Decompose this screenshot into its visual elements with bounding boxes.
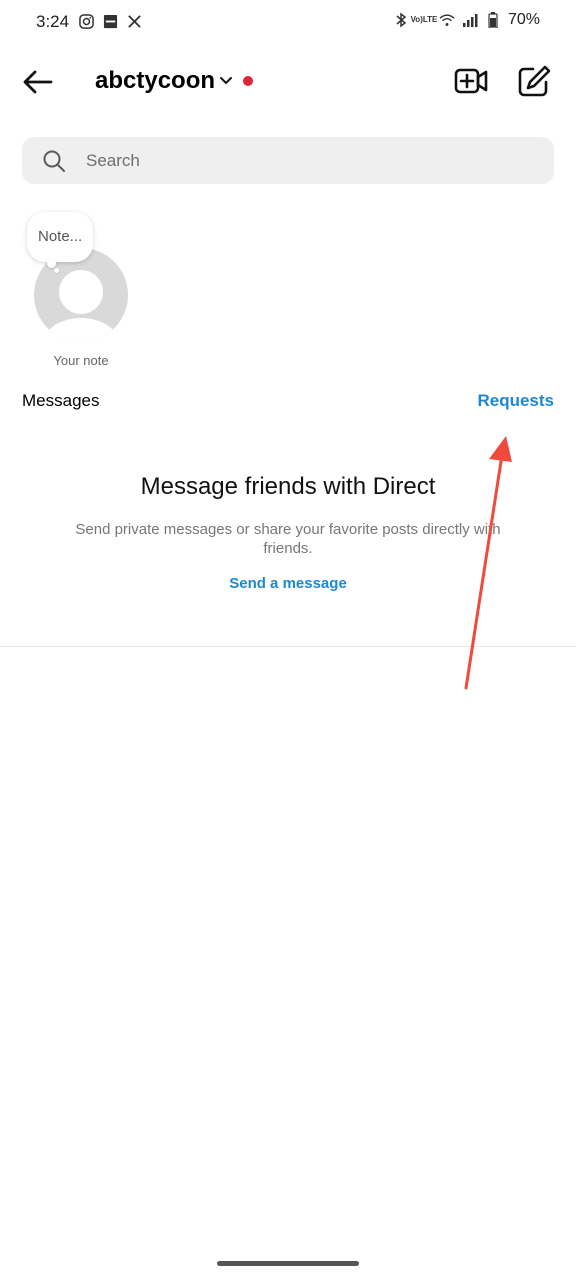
empty-state-title: Message friends with Direct: [140, 473, 436, 500]
search-bar[interactable]: [22, 137, 554, 184]
x-icon: [126, 13, 142, 29]
note-bubble-tail: [47, 259, 56, 268]
back-button[interactable]: [20, 64, 56, 100]
requests-link[interactable]: Requests: [477, 391, 554, 411]
compose-message-button[interactable]: [516, 63, 552, 99]
your-note-label: Your note: [53, 353, 109, 368]
volte-icon: Vo) LTE: [411, 12, 438, 28]
compose-icon: [518, 65, 551, 97]
new-video-call-button[interactable]: [453, 63, 489, 99]
empty-state-subtitle: Send private messages or share your favo…: [75, 521, 501, 557]
note-bubble[interactable]: Note...: [27, 212, 94, 262]
battery-percent: 70%: [507, 11, 540, 28]
note-bubble-tail-small: [54, 268, 59, 273]
volte-bottom-text: LTE: [422, 15, 438, 24]
status-right: Vo) LTE 70%: [393, 11, 540, 29]
bluetooth-icon: [393, 12, 409, 28]
status-time: 3:24: [36, 12, 70, 31]
search-icon: [43, 150, 65, 172]
volte-top-text: Vo): [410, 15, 423, 24]
send-message-link[interactable]: Send a message: [0, 575, 576, 592]
chevron-down-icon[interactable]: [218, 73, 234, 89]
minus-box-icon: [102, 13, 118, 29]
messages-heading: Messages: [22, 391, 100, 410]
arrow-left-icon: [23, 70, 53, 94]
home-indicator[interactable]: [217, 1261, 359, 1266]
video-plus-icon: [454, 68, 488, 94]
signal-icon: [462, 12, 478, 28]
annotation-arrow: [464, 436, 512, 690]
arrow-head-icon: [489, 436, 512, 462]
status-left-icons: [78, 13, 142, 29]
divider: [0, 646, 576, 647]
account-username[interactable]: abctycoon: [95, 64, 215, 98]
notification-dot: [243, 76, 253, 86]
wifi-icon: [439, 12, 455, 28]
search-input[interactable]: [84, 149, 508, 172]
battery-icon: [485, 12, 501, 28]
instagram-icon: [78, 13, 94, 29]
